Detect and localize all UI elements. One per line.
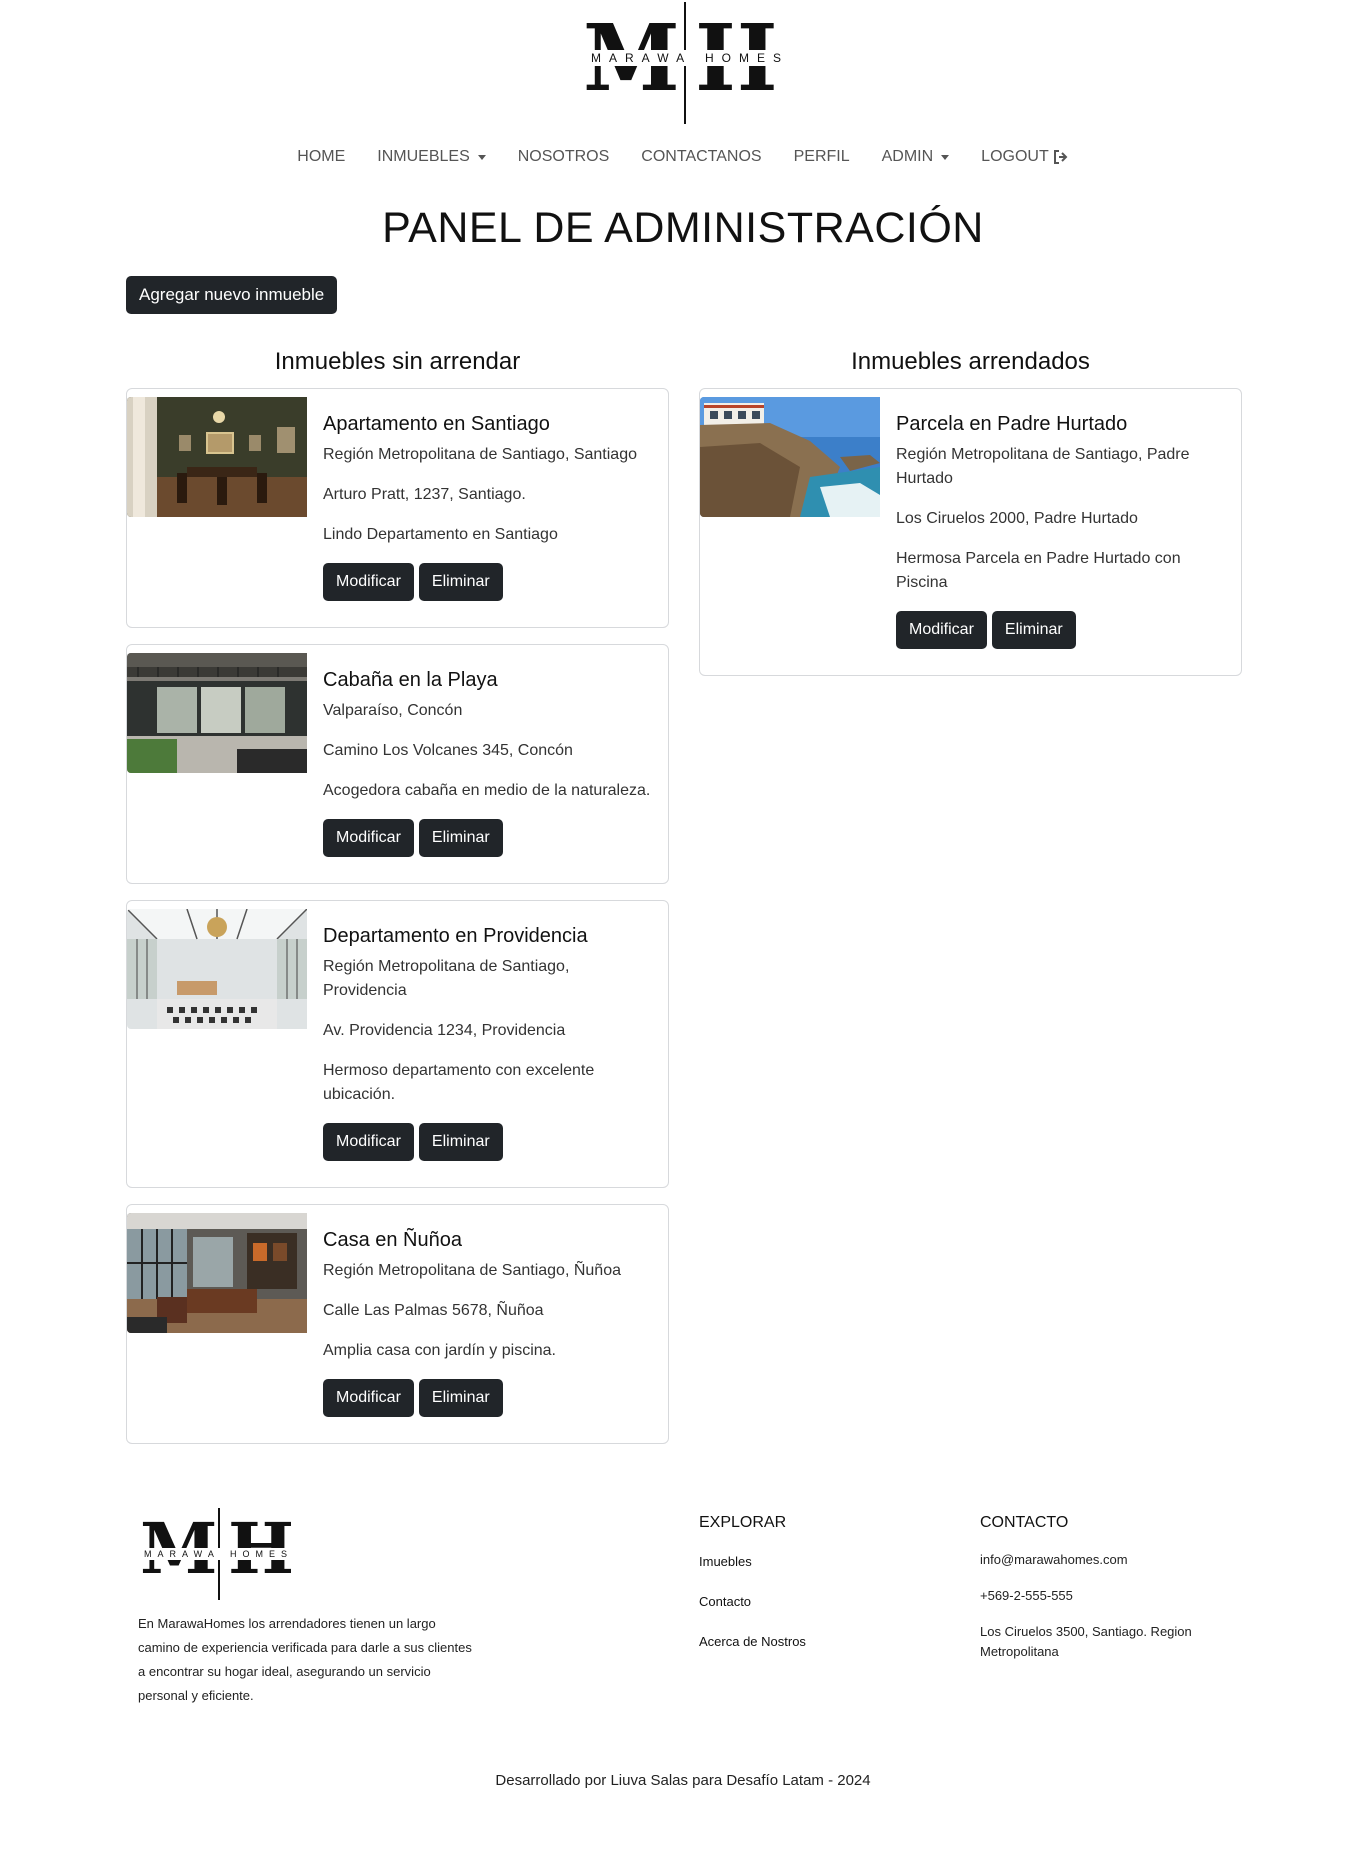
card-body: Casa en Ñuñoa Región Metropolitana de Sa… — [323, 1205, 668, 1441]
property-card: Departamento en Providencia Región Metro… — [126, 900, 669, 1188]
property-card: Apartamento en Santiago Región Metropoli… — [126, 388, 669, 628]
footer-logo-band-right: HOMES — [230, 1548, 294, 1560]
coastal-house-photo — [700, 397, 880, 517]
card-region: Región Metropolitana de Santiago, Provid… — [323, 958, 570, 999]
logo-band-right: HOMES — [703, 50, 790, 66]
card-description: Hermoso departamento con excelente ubica… — [323, 1062, 595, 1103]
card-address: Calle Las Palmas 5678, Ñuñoa — [323, 1302, 544, 1319]
modify-button[interactable]: Modificar — [323, 819, 414, 857]
delete-button[interactable]: Eliminar — [418, 1123, 503, 1161]
rented-section: Inmuebles arrendados Parcela en Padre Hu… — [699, 342, 1242, 692]
nav-home-label: HOME — [297, 148, 346, 165]
card-actions: Modificar Eliminar — [323, 819, 652, 857]
footer-address: Los Ciruelos 3500, Santiago. Region Metr… — [980, 1624, 1192, 1659]
nav-contactanos-label: CONTACTANOS — [641, 148, 762, 165]
card-body: Cabaña en la Playa Valparaíso, Concón Ca… — [323, 645, 668, 881]
sign-out-icon — [1053, 150, 1068, 164]
delete-button[interactable]: Eliminar — [991, 611, 1076, 649]
modify-button[interactable]: Modificar — [323, 1379, 414, 1417]
sunroom-photo — [127, 909, 307, 1029]
property-card: Casa en Ñuñoa Región Metropolitana de Sa… — [126, 1204, 669, 1444]
footer-logo-band-left: MARAWA — [144, 1548, 220, 1560]
footer-link-acerca[interactable]: Acerca de Nostros — [699, 1634, 806, 1649]
house-facade-photo — [127, 653, 307, 773]
nav-home[interactable]: HOME — [297, 148, 345, 166]
nav-admin-label: ADMIN — [881, 148, 934, 165]
delete-button[interactable]: Eliminar — [418, 819, 503, 857]
card-title: Departamento en Providencia — [323, 925, 588, 947]
card-description: Acogedora cabaña en medio de la naturale… — [323, 782, 651, 799]
modify-button[interactable]: Modificar — [323, 563, 414, 601]
delete-button[interactable]: Eliminar — [418, 563, 503, 601]
card-address: Camino Los Volcanes 345, Concón — [323, 742, 573, 759]
footer-credits: Desarrollado por Liuva Salas para Desafí… — [495, 1772, 871, 1789]
nav-nosotros[interactable]: NOSOTROS — [518, 148, 610, 166]
card-region: Región Metropolitana de Santiago, Ñuñoa — [323, 1262, 621, 1279]
card-title: Cabaña en la Playa — [323, 669, 498, 691]
modify-button[interactable]: Modificar — [896, 611, 987, 649]
card-actions: Modificar Eliminar — [896, 611, 1225, 649]
delete-button[interactable]: Eliminar — [418, 1379, 503, 1417]
logo-band-left: MARAWA — [587, 50, 693, 66]
nav-admin[interactable]: ADMIN — [882, 148, 950, 166]
page-title: PANEL DE ADMINISTRACIÓN — [382, 204, 984, 252]
chevron-down-icon — [477, 154, 486, 160]
site-logo[interactable]: M H MARAWA HOMES — [583, 2, 793, 124]
card-body: Departamento en Providencia Región Metro… — [323, 901, 668, 1185]
footer-email: info@marawahomes.com — [980, 1552, 1128, 1567]
nav-perfil[interactable]: PERFIL — [794, 148, 850, 166]
nav-nosotros-label: NOSOTROS — [517, 148, 610, 165]
card-actions: Modificar Eliminar — [323, 563, 652, 601]
card-title: Parcela en Padre Hurtado — [896, 413, 1128, 435]
card-description: Lindo Departamento en Santiago — [323, 526, 558, 543]
card-address: Arturo Pratt, 1237, Santiago. — [323, 486, 526, 503]
modify-button[interactable]: Modificar — [323, 1123, 414, 1161]
property-card: Parcela en Padre Hurtado Región Metropol… — [699, 388, 1242, 676]
card-title: Casa en Ñuñoa — [323, 1229, 462, 1251]
card-address: Los Ciruelos 2000, Padre Hurtado — [896, 510, 1138, 527]
footer-contact-title: CONTACTO — [980, 1514, 1069, 1531]
living-room-photo — [127, 1213, 307, 1333]
nav-inmuebles[interactable]: INMUEBLES — [377, 148, 486, 166]
footer-link-inmuebles[interactable]: Imuebles — [699, 1554, 752, 1569]
card-body: Parcela en Padre Hurtado Región Metropol… — [896, 389, 1241, 673]
footer-explore-title: EXPLORAR — [699, 1514, 787, 1531]
nav-logout-label: LOGOUT — [981, 148, 1049, 165]
chevron-down-icon — [941, 154, 950, 160]
nav-contactanos[interactable]: CONTACTANOS — [641, 148, 761, 166]
nav-logout[interactable]: LOGOUT — [981, 148, 1069, 166]
main-nav: HOME INMUEBLES NOSOTROS CONTACTANOS PERF… — [0, 144, 1366, 170]
unrented-heading: Inmuebles sin arrendar — [274, 348, 521, 375]
footer-link-contacto[interactable]: Contacto — [699, 1594, 751, 1609]
rented-heading: Inmuebles arrendados — [851, 348, 1090, 375]
property-card: Cabaña en la Playa Valparaíso, Concón Ca… — [126, 644, 669, 884]
add-property-button[interactable]: Agregar nuevo inmueble — [126, 276, 338, 314]
card-title: Apartamento en Santiago — [323, 413, 550, 435]
card-body: Apartamento en Santiago Región Metropoli… — [323, 389, 668, 625]
dining-room-photo — [127, 397, 307, 517]
nav-perfil-label: PERFIL — [793, 148, 850, 165]
card-description: Hermosa Parcela en Padre Hurtado con Pis… — [896, 550, 1181, 591]
card-address: Av. Providencia 1234, Providencia — [323, 1022, 566, 1039]
footer-phone: +569-2-555-555 — [980, 1588, 1073, 1603]
card-description: Amplia casa con jardín y piscina. — [323, 1342, 556, 1359]
card-region: Valparaíso, Concón — [323, 702, 463, 719]
card-region: Región Metropolitana de Santiago, Santia… — [323, 446, 637, 463]
card-region: Región Metropolitana de Santiago, Padre … — [896, 446, 1190, 487]
card-actions: Modificar Eliminar — [323, 1379, 652, 1417]
footer-about-text: En MarawaHomes los arrendadores tienen u… — [138, 1616, 472, 1703]
nav-inmuebles-label: INMUEBLES — [377, 148, 470, 165]
unrented-section: Inmuebles sin arrendar Apartamento en Sa… — [126, 342, 669, 1460]
footer-logo: M H MARAWA HOMES — [140, 1508, 300, 1600]
card-actions: Modificar Eliminar — [323, 1123, 652, 1161]
